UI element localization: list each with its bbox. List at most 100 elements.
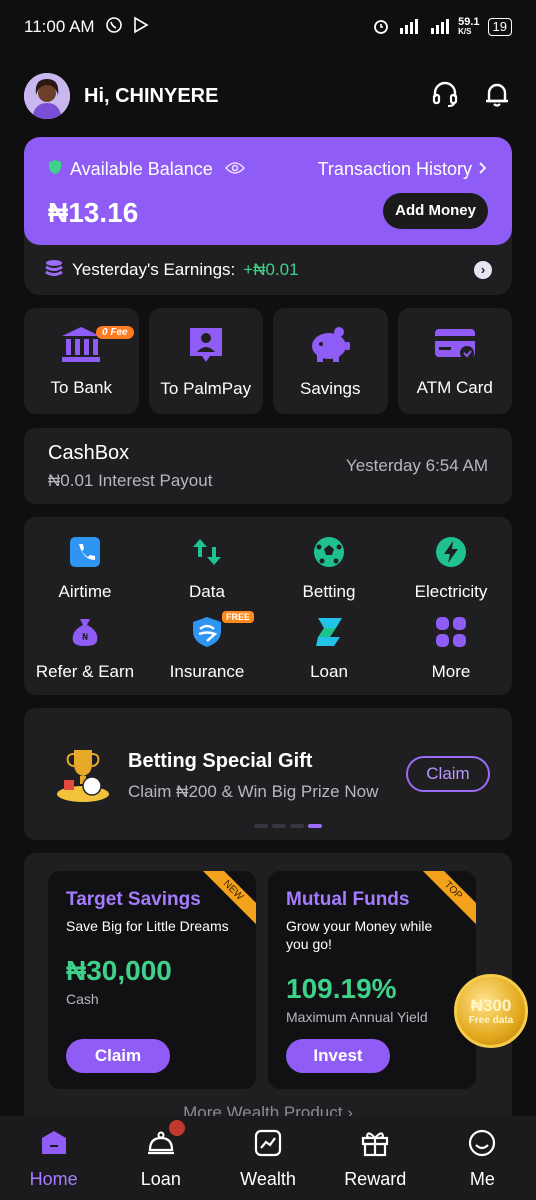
to-bank-label: To Bank xyxy=(50,377,112,397)
tab-wealth[interactable]: Wealth xyxy=(214,1116,321,1200)
svg-text:₦: ₦ xyxy=(82,632,89,643)
status-time: 11:00 AM xyxy=(24,17,95,36)
service-data[interactable]: Data xyxy=(146,535,268,615)
coin-amount: ₦300 xyxy=(470,995,512,1015)
tab-home[interactable]: Home xyxy=(0,1116,107,1200)
football-icon xyxy=(312,535,346,574)
services-grid: Airtime Data Betting Electricity ₦ Refer… xyxy=(24,517,512,695)
mutual-funds-caption: Maximum Annual Yield xyxy=(286,1009,428,1025)
net-speed-unit: K/S xyxy=(458,27,472,36)
balance-amount: ₦13.16 xyxy=(48,197,139,228)
card-icon xyxy=(433,325,477,368)
headset-icon[interactable] xyxy=(430,79,460,114)
cashbox-time: Yesterday 6:54 AM xyxy=(345,456,488,475)
balance-label: Available Balance xyxy=(70,159,213,179)
atm-card-button[interactable]: ATM Card xyxy=(397,308,512,414)
mutual-funds-desc: Grow your Money while you go! xyxy=(286,918,433,952)
chevron-right-circle-icon[interactable]: › xyxy=(474,261,492,279)
mutual-funds-invest-button[interactable]: Invest xyxy=(286,1039,390,1073)
target-savings-value: ₦30,000 xyxy=(66,955,172,986)
data-arrows-icon xyxy=(190,535,224,574)
gift-icon xyxy=(360,1128,390,1163)
savings-label: Savings xyxy=(300,378,361,398)
carousel-dot[interactable] xyxy=(272,824,286,828)
chart-icon xyxy=(253,1128,283,1163)
target-savings-card[interactable]: NEW Target Savings Save Big for Little D… xyxy=(48,871,256,1089)
tab-home-label: Home xyxy=(29,1169,78,1189)
target-savings-caption: Cash xyxy=(66,991,99,1007)
signal-icon-2 xyxy=(430,18,450,37)
eye-icon[interactable] xyxy=(224,159,245,180)
carousel-dot[interactable] xyxy=(254,824,268,828)
service-more[interactable]: More xyxy=(390,615,512,695)
savings-button[interactable]: Savings xyxy=(273,308,388,414)
notification-dot xyxy=(169,1120,186,1136)
target-savings-desc: Save Big for Little Dreams xyxy=(66,918,229,934)
carousel-dot-active[interactable] xyxy=(308,824,322,828)
signal-icon xyxy=(398,18,422,37)
loan-s-icon xyxy=(312,615,346,654)
promo-claim-button[interactable]: Claim xyxy=(406,756,490,792)
service-airtime[interactable]: Airtime xyxy=(24,535,146,615)
trophy-icon xyxy=(52,746,114,809)
transaction-history-link[interactable]: Transaction History xyxy=(318,159,488,180)
coins-icon xyxy=(44,259,64,282)
service-loan[interactable]: Loan xyxy=(268,615,390,695)
service-refer-earn[interactable]: ₦ Refer & Earn xyxy=(24,615,146,695)
shield-check-icon xyxy=(190,615,224,654)
target-savings-claim-button[interactable]: Claim xyxy=(66,1039,170,1073)
to-palmpay-label: To PalmPay xyxy=(160,378,252,398)
tab-loan[interactable]: Loan xyxy=(107,1116,214,1200)
grid-icon xyxy=(434,615,468,654)
bottom-tab-bar: Home Loan Wealth Reward Me xyxy=(0,1116,536,1200)
service-insurance[interactable]: FREE Insurance xyxy=(146,611,268,695)
atm-card-label: ATM Card xyxy=(416,377,493,397)
battery-indicator: 19 xyxy=(487,18,512,36)
net-speed-value: 59.1 xyxy=(458,16,480,28)
carousel-dot[interactable] xyxy=(290,824,304,828)
free-badge: FREE xyxy=(222,611,255,623)
free-data-coin[interactable]: ₦300 Free data xyxy=(454,974,528,1048)
service-more-label: More xyxy=(431,662,471,681)
service-airtime-label: Airtime xyxy=(58,582,112,601)
bell-icon[interactable] xyxy=(482,79,512,114)
service-loan-label: Loan xyxy=(310,662,348,681)
target-savings-title: Target Savings xyxy=(66,889,201,910)
mutual-funds-card[interactable]: TOP Mutual Funds Grow your Money while y… xyxy=(268,871,476,1089)
earnings-label: Yesterday's Earnings: xyxy=(72,260,236,279)
phone-icon xyxy=(68,535,102,574)
alarm-icon xyxy=(372,17,390,38)
money-bag-icon: ₦ xyxy=(68,615,102,654)
service-insurance-label: Insurance xyxy=(169,662,245,681)
transaction-history-label: Transaction History xyxy=(317,159,472,179)
service-refer-earn-label: Refer & Earn xyxy=(35,662,135,681)
service-betting[interactable]: Betting xyxy=(268,535,390,615)
to-bank-button[interactable]: 0 Fee To Bank xyxy=(24,308,139,414)
service-data-label: Data xyxy=(189,582,225,601)
play-store-icon xyxy=(133,16,149,39)
add-money-button[interactable]: Add Money xyxy=(383,193,488,229)
carousel-dots xyxy=(254,824,322,828)
balance-card: Available Balance Transaction History ₦1… xyxy=(24,137,512,245)
greeting: Hi, CHINYERE xyxy=(84,84,219,107)
promo-banner[interactable]: Betting Special Gift Claim ₦200 & Win Bi… xyxy=(24,708,512,840)
tab-reward-label: Reward xyxy=(344,1169,407,1189)
promo-title: Betting Special Gift xyxy=(128,750,313,772)
tab-me[interactable]: Me xyxy=(429,1116,536,1200)
wealth-section: NEW Target Savings Save Big for Little D… xyxy=(24,853,512,1133)
cashbox-card[interactable]: CashBox ₦0.01 Interest Payout Yesterday … xyxy=(24,428,512,504)
earnings-row[interactable]: Yesterday's Earnings: +₦0.01 › xyxy=(24,245,512,295)
user-chat-icon xyxy=(186,324,226,369)
earnings-value: +₦0.01 xyxy=(243,260,299,279)
home-icon xyxy=(39,1128,69,1163)
shield-icon xyxy=(48,159,62,180)
service-electricity[interactable]: Electricity xyxy=(390,535,512,615)
service-betting-label: Betting xyxy=(302,582,356,601)
to-palmpay-button[interactable]: To PalmPay xyxy=(148,308,263,414)
tab-reward[interactable]: Reward xyxy=(322,1116,429,1200)
net-speed: 59.1 K/S xyxy=(458,17,479,37)
whatsapp-icon xyxy=(105,16,123,39)
smile-icon xyxy=(467,1128,497,1163)
mutual-funds-value: 109.19% xyxy=(286,973,397,1004)
avatar[interactable] xyxy=(24,73,70,119)
